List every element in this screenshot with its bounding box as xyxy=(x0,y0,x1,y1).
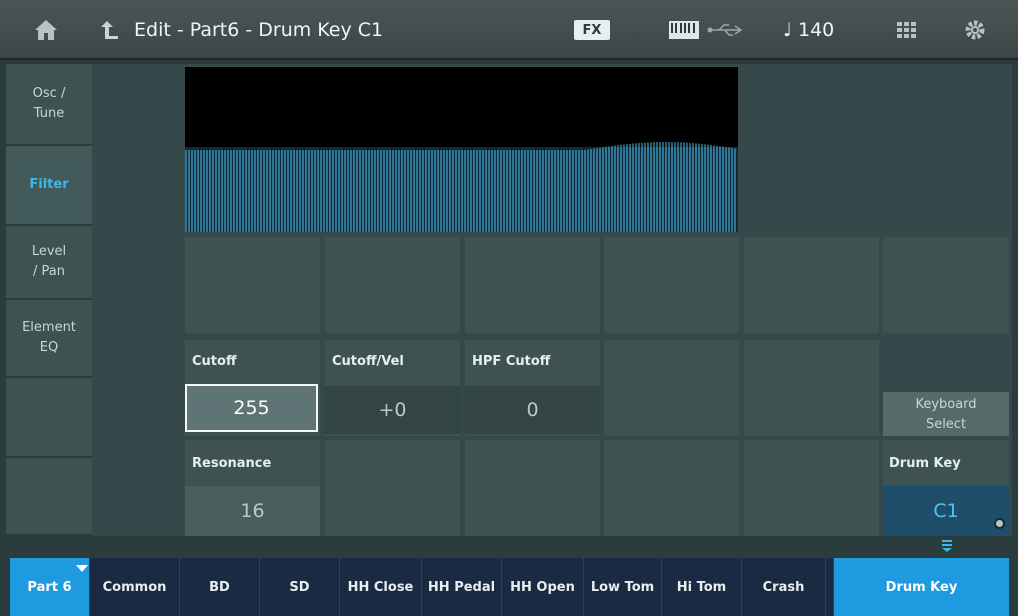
tab-hh-pedal[interactable]: HH Pedal xyxy=(422,558,502,616)
empty-cell xyxy=(604,340,739,436)
tab-bd[interactable]: BD xyxy=(180,558,260,616)
empty-cell xyxy=(744,237,879,333)
back-arrow-icon[interactable] xyxy=(96,0,122,60)
usb-icon xyxy=(706,0,746,60)
tab-sd[interactable]: SD xyxy=(260,558,340,616)
tab-empty-1 xyxy=(6,378,92,458)
resonance-label: Resonance xyxy=(192,456,272,471)
empty-cell xyxy=(604,440,739,536)
expand-arrow-icon[interactable] xyxy=(76,558,88,577)
tab-level-pan[interactable]: Level / Pan xyxy=(6,226,92,300)
collapse-arrow-icon[interactable] xyxy=(940,538,954,557)
keyboard-select-button[interactable]: Keyboard Select xyxy=(883,392,1009,436)
cutoff-label: Cutoff xyxy=(192,354,237,369)
drum-key-label: Drum Key xyxy=(889,456,961,471)
resonance-value[interactable]: 16 xyxy=(185,486,320,536)
empty-cell xyxy=(604,237,739,333)
cutoff-value[interactable]: 255 xyxy=(185,384,318,432)
tab-osc-tune[interactable]: Osc / Tune xyxy=(6,64,92,146)
tab-element-eq[interactable]: Element EQ xyxy=(6,300,92,378)
tempo-display[interactable]: ♩ 140 xyxy=(783,0,834,60)
tab-hh-open[interactable]: HH Open xyxy=(502,558,584,616)
cutoff-vel-value[interactable]: +0 xyxy=(325,386,460,434)
tab-filter[interactable]: Filter xyxy=(6,146,92,226)
tab-scroll-edge xyxy=(826,558,834,616)
page-title: Edit - Part6 - Drum Key C1 xyxy=(134,19,384,41)
grid-icon[interactable] xyxy=(892,0,922,60)
tab-empty-2 xyxy=(6,458,92,536)
part-6-label: Part 6 xyxy=(27,579,72,595)
empty-cell xyxy=(465,237,600,333)
drum-key-value[interactable]: C1 xyxy=(883,486,1009,536)
tab-drum-key[interactable]: Drum Key xyxy=(834,558,1010,616)
hpf-cutoff-value[interactable]: 0 xyxy=(465,386,600,434)
tab-hh-close[interactable]: HH Close xyxy=(340,558,422,616)
tab-crash[interactable]: Crash xyxy=(742,558,826,616)
hpf-cutoff-label: HPF Cutoff xyxy=(472,354,551,369)
tab-hi-tom[interactable]: Hi Tom xyxy=(662,558,742,616)
empty-cell xyxy=(465,440,600,536)
home-icon[interactable] xyxy=(30,0,62,60)
tab-common[interactable]: Common xyxy=(90,558,180,616)
knob-indicator-icon xyxy=(994,518,1005,529)
keyboard-icon xyxy=(668,0,700,60)
gear-icon[interactable] xyxy=(960,0,990,60)
empty-cell xyxy=(744,340,879,436)
cutoff-vel-label: Cutoff/Vel xyxy=(332,354,404,369)
filter-graph xyxy=(185,67,738,232)
empty-cell xyxy=(325,237,460,333)
empty-cell xyxy=(185,237,320,333)
empty-cell xyxy=(744,440,879,536)
empty-cell xyxy=(325,440,460,536)
fx-badge[interactable]: FX xyxy=(574,20,610,40)
empty-cell xyxy=(883,237,1009,333)
tab-low-tom[interactable]: Low Tom xyxy=(584,558,662,616)
title-bar: Edit - Part6 - Drum Key C1 FX ♩ 140 xyxy=(0,0,1018,60)
